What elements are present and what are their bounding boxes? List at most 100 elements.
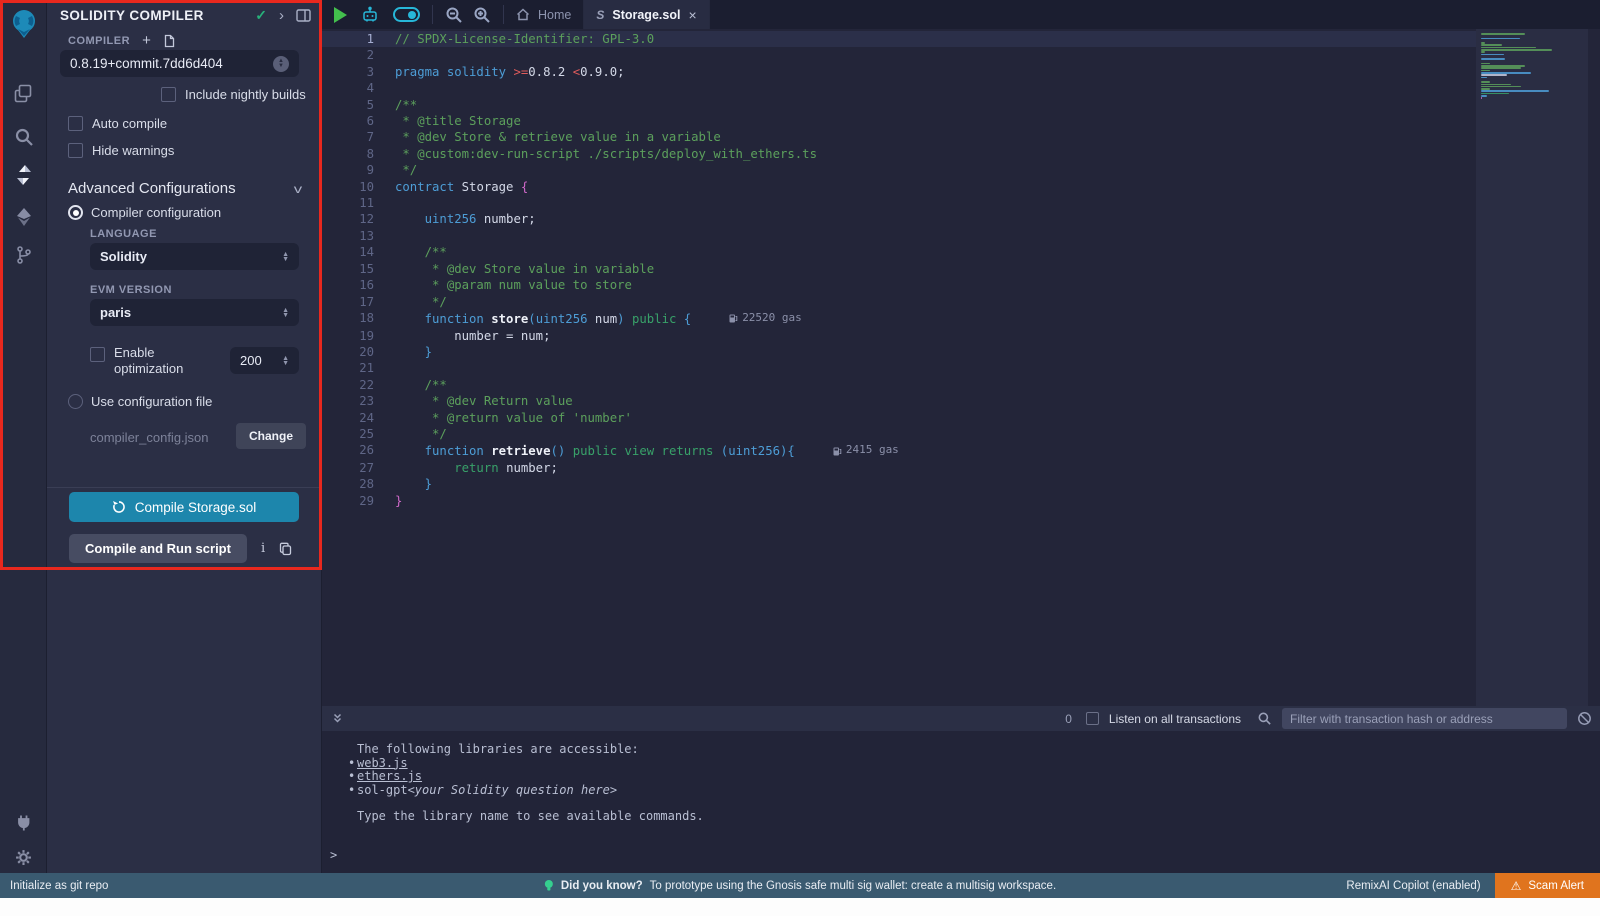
code-line[interactable]: 18 function store(uint256 num) public {2… bbox=[322, 310, 1476, 328]
code-line[interactable]: 6 * @title Storage bbox=[322, 113, 1476, 129]
compiler-configuration-label: Compiler configuration bbox=[91, 205, 221, 220]
code-line[interactable]: 24 * @return value of 'number' bbox=[322, 410, 1476, 426]
code-line[interactable]: 4 bbox=[322, 80, 1476, 96]
nightly-builds-checkbox[interactable] bbox=[161, 87, 176, 102]
run-script-button[interactable] bbox=[334, 7, 347, 23]
hide-warnings-checkbox[interactable] bbox=[68, 143, 83, 158]
use-configuration-file-radio[interactable] bbox=[68, 394, 83, 409]
settings-gear-icon[interactable] bbox=[0, 842, 47, 872]
solidity-compiler-icon[interactable] bbox=[0, 160, 47, 190]
evm-version-select[interactable]: paris ▲▼ bbox=[90, 299, 299, 326]
scam-alert-badge[interactable]: ⚠ Scam Alert bbox=[1495, 873, 1600, 898]
copilot-toggle[interactable] bbox=[393, 7, 420, 22]
use-configuration-file-label: Use configuration file bbox=[91, 394, 212, 409]
code-line[interactable]: 28 } bbox=[322, 476, 1476, 492]
terminal-prompt[interactable]: > bbox=[330, 849, 337, 863]
code-line[interactable]: 13 bbox=[322, 228, 1476, 244]
listen-transactions-checkbox[interactable] bbox=[1086, 712, 1099, 725]
tab-storage-sol[interactable]: S Storage.sol × bbox=[584, 0, 709, 29]
change-config-button[interactable]: Change bbox=[236, 423, 306, 449]
compiler-version-value: 0.8.19+commit.7dd6d404 bbox=[70, 56, 223, 71]
chevron-down-icon: v bbox=[294, 182, 302, 196]
icon-rail bbox=[0, 0, 47, 873]
code-line[interactable]: 9 */ bbox=[322, 162, 1476, 178]
git-init-button[interactable]: Initialize as git repo bbox=[0, 880, 108, 892]
search-icon[interactable] bbox=[0, 122, 47, 152]
library-link[interactable]: web3.js bbox=[357, 757, 408, 771]
code-line[interactable]: 12 uint256 number; bbox=[322, 211, 1476, 227]
zoom-out-icon[interactable] bbox=[445, 6, 463, 24]
code-line[interactable]: 5/** bbox=[322, 97, 1476, 113]
code-line[interactable]: 23 * @dev Return value bbox=[322, 393, 1476, 409]
code-line[interactable]: 21 bbox=[322, 360, 1476, 376]
listen-transactions-label: Listen on all transactions bbox=[1109, 712, 1241, 726]
panel-title: SOLIDITY COMPILER bbox=[60, 8, 204, 23]
code-line[interactable]: 17 */ bbox=[322, 294, 1476, 310]
code-line[interactable]: 1// SPDX-License-Identifier: GPL-3.0 bbox=[322, 31, 1476, 47]
code-line[interactable]: 26 function retrieve() public view retur… bbox=[322, 442, 1476, 460]
code-line[interactable]: 20 } bbox=[322, 344, 1476, 360]
copy-icon[interactable] bbox=[279, 542, 292, 556]
code-line[interactable]: 2 bbox=[322, 47, 1476, 63]
compiler-configuration-radio[interactable] bbox=[68, 205, 83, 220]
code-line[interactable]: 25 */ bbox=[322, 426, 1476, 442]
library-link[interactable]: ethers.js bbox=[357, 770, 422, 784]
file-explorer-icon[interactable] bbox=[0, 78, 47, 108]
git-icon[interactable] bbox=[0, 240, 47, 270]
enable-optimization-checkbox[interactable] bbox=[90, 347, 105, 362]
add-compiler-icon[interactable]: + bbox=[142, 32, 151, 49]
code-line[interactable]: 15 * @dev Store value in variable bbox=[322, 261, 1476, 277]
code-line[interactable]: 7 * @dev Store & retrieve value in a var… bbox=[322, 129, 1476, 145]
deploy-run-icon[interactable] bbox=[0, 202, 47, 232]
copilot-status[interactable]: RemixAI Copilot (enabled) bbox=[1346, 880, 1480, 892]
code-line[interactable]: 11 bbox=[322, 195, 1476, 211]
expand-panel-icon[interactable]: › bbox=[279, 7, 284, 24]
use-configuration-file-row: Use configuration file bbox=[68, 394, 212, 409]
close-tab-icon[interactable]: × bbox=[688, 7, 696, 23]
compile-button[interactable]: Compile Storage.sol bbox=[69, 492, 299, 522]
status-bar: Initialize as git repo Did you know? To … bbox=[0, 873, 1600, 898]
code-line[interactable]: 8 * @custom:dev-run-script ./scripts/dep… bbox=[322, 146, 1476, 162]
compiler-section-label: COMPILER bbox=[68, 35, 130, 47]
collapse-terminal-icon[interactable] bbox=[331, 712, 344, 725]
minimap[interactable] bbox=[1476, 29, 1588, 706]
clear-console-icon[interactable] bbox=[1577, 711, 1592, 726]
gas-estimate: 2415 gas bbox=[833, 442, 899, 458]
optimization-runs-input[interactable]: 200 ▲▼ bbox=[230, 347, 299, 374]
scrollbar-gutter[interactable] bbox=[1588, 29, 1600, 706]
code-line[interactable]: 14 /** bbox=[322, 244, 1476, 260]
auto-compile-checkbox[interactable] bbox=[68, 116, 83, 131]
tab-home-label: Home bbox=[538, 8, 571, 22]
remixai-robot-icon[interactable] bbox=[361, 6, 379, 24]
pin-panel-icon[interactable] bbox=[296, 9, 311, 22]
compiler-version-select[interactable]: 0.8.19+commit.7dd6d404 ▲▼ bbox=[60, 50, 299, 77]
info-icon[interactable]: i bbox=[261, 541, 265, 556]
code-editor[interactable]: 1// SPDX-License-Identifier: GPL-3.02 3p… bbox=[322, 29, 1600, 706]
zoom-in-icon[interactable] bbox=[473, 6, 491, 24]
code-line[interactable]: 19 number = num; bbox=[322, 328, 1476, 344]
code-line[interactable]: 10contract Storage { bbox=[322, 179, 1476, 195]
tab-home[interactable]: Home bbox=[504, 0, 584, 29]
code-line[interactable]: 3pragma solidity >=0.8.2 <0.9.0; bbox=[322, 64, 1476, 80]
plugin-manager-icon[interactable] bbox=[0, 808, 47, 838]
terminal-search-icon[interactable] bbox=[1257, 711, 1272, 726]
advanced-configurations-header[interactable]: Advanced Configurations v bbox=[68, 180, 301, 197]
evm-caret-icon: ▲▼ bbox=[282, 308, 289, 318]
transaction-filter-input[interactable] bbox=[1282, 708, 1567, 729]
open-file-icon[interactable] bbox=[163, 34, 176, 48]
code-line[interactable]: 27 return number; bbox=[322, 460, 1476, 476]
fuel-icon bbox=[833, 446, 842, 456]
gas-estimate: 22520 gas bbox=[729, 310, 802, 326]
remix-logo-icon[interactable] bbox=[0, 6, 47, 42]
code-line[interactable]: 16 * @param num value to store bbox=[322, 277, 1476, 293]
code-line[interactable]: 29} bbox=[322, 493, 1476, 509]
nightly-builds-row: Include nightly builds bbox=[161, 87, 306, 102]
config-file-name: compiler_config.json bbox=[90, 430, 209, 445]
terminal[interactable]: The following libraries are accessible:•… bbox=[322, 731, 1600, 873]
terminal-output: The following libraries are accessible:•… bbox=[322, 731, 1600, 824]
advanced-configurations-title: Advanced Configurations bbox=[68, 180, 236, 197]
code-line[interactable]: 22 /** bbox=[322, 377, 1476, 393]
divider bbox=[47, 487, 321, 488]
compile-and-run-button[interactable]: Compile and Run script bbox=[69, 534, 247, 563]
language-select[interactable]: Solidity ▲▼ bbox=[90, 243, 299, 270]
